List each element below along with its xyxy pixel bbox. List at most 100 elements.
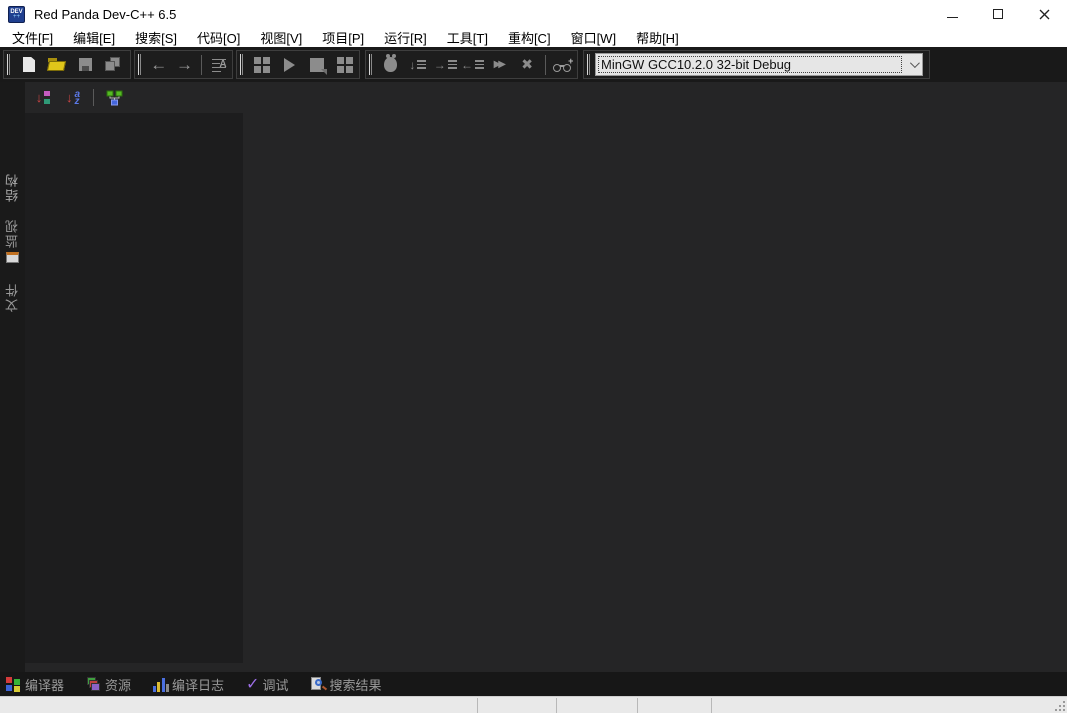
step-into-button[interactable]: →: [432, 52, 459, 77]
menu-window[interactable]: 窗口[W]: [561, 27, 627, 48]
status-separator: [556, 698, 557, 713]
menu-view[interactable]: 视图[V]: [250, 27, 312, 48]
bottom-tab-bar: 编译器 资源 编译日志 ✓ 调试 搜索结果: [0, 672, 1067, 696]
file-toolbar-group: [3, 50, 131, 79]
toolbar-grip[interactable]: [7, 54, 10, 75]
compiler-set-toolbar-group: MinGW GCC10.2.0 32-bit Debug: [583, 50, 930, 79]
resize-grip-icon[interactable]: [1054, 700, 1066, 712]
toolbar-grip[interactable]: [240, 54, 243, 75]
step-out-icon: ←: [461, 59, 484, 71]
class-hierarchy-icon: [106, 90, 122, 105]
toolbar-grip[interactable]: [587, 54, 590, 75]
title-bar[interactable]: DEV ++ Red Panda Dev-C++ 6.5: [0, 0, 1067, 28]
sidebar-tab-structure[interactable]: 结构: [0, 166, 25, 208]
step-over-button[interactable]: ↓: [404, 52, 431, 77]
structure-panel: [25, 113, 243, 663]
compiler-tab-icon: [6, 676, 22, 692]
app-window: DEV ++ Red Panda Dev-C++ 6.5 文件[F] 编辑[E]…: [0, 0, 1067, 713]
add-watch-button[interactable]: +: [550, 52, 577, 77]
forward-arrow-icon: →: [176, 55, 193, 74]
compiler-set-select[interactable]: MinGW GCC10.2.0 32-bit Debug: [595, 53, 923, 76]
forward-button[interactable]: →: [172, 52, 198, 77]
rebuild-icon: [310, 57, 328, 75]
add-watch-icon: +: [553, 56, 573, 72]
maximize-icon: [993, 9, 1003, 19]
menu-file[interactable]: 文件[F]: [2, 27, 63, 48]
tab-search-results[interactable]: 搜索结果: [310, 675, 381, 694]
new-file-icon: [23, 57, 35, 72]
main-toolbar: ← → A ↓ → ← ▶▶ ✖ + MinGW GCC10.2.0 32-bi…: [0, 47, 1067, 82]
toolbar-grip[interactable]: [369, 54, 372, 75]
menu-run[interactable]: 运行[R]: [374, 27, 437, 48]
compile-log-tab-icon: [153, 677, 170, 692]
rebuild-button[interactable]: [303, 52, 331, 77]
compile-icon: [253, 56, 270, 73]
left-tab-strip: 结构 监视 文件: [0, 82, 25, 672]
stop-execution-button[interactable]: ✖: [513, 52, 540, 77]
class-hierarchy-button[interactable]: [102, 86, 126, 110]
debug-button[interactable]: [377, 52, 404, 77]
minimize-button[interactable]: [929, 0, 975, 28]
build-toolbar-group: [236, 50, 360, 79]
toolbar-grip[interactable]: [138, 54, 141, 75]
debug-bug-icon: [384, 54, 398, 72]
menu-search[interactable]: 搜索[S]: [125, 27, 187, 48]
continue-button[interactable]: ▶▶: [486, 52, 513, 77]
save-all-button[interactable]: [99, 52, 127, 77]
save-button[interactable]: [71, 52, 99, 77]
resources-tab-icon: [86, 676, 102, 692]
step-out-button[interactable]: ←: [459, 52, 486, 77]
debug-toolbar-group: ↓ → ← ▶▶ ✖ +: [365, 50, 578, 79]
sort-alphabetically-button[interactable]: ↓ az: [61, 86, 85, 110]
content-area: 结构 监视 文件 ↓ ↓ az: [0, 82, 1067, 672]
toolbar-separator: [201, 54, 203, 75]
status-separator: [637, 698, 638, 713]
combo-dropdown-button[interactable]: [904, 54, 922, 75]
reformat-code-button[interactable]: A: [206, 52, 232, 77]
watch-window-icon: [6, 251, 19, 263]
sort-by-type-icon: ↓: [36, 91, 51, 104]
new-file-button[interactable]: [15, 52, 43, 77]
open-folder-icon: [46, 58, 67, 71]
status-separator: [477, 698, 478, 713]
compile-button[interactable]: [248, 52, 276, 77]
continue-icon: ▶▶: [493, 59, 506, 70]
save-icon: [78, 58, 92, 71]
menu-project[interactable]: 项目[P]: [312, 27, 374, 48]
sidebar-tab-files[interactable]: 文件: [0, 276, 25, 318]
compile-run-icon: [337, 56, 354, 73]
run-button[interactable]: [276, 52, 304, 77]
sort-alpha-icon: ↓ az: [65, 88, 81, 107]
debug-tab-icon: ✓: [246, 675, 260, 693]
open-file-button[interactable]: [43, 52, 71, 77]
window-title: Red Panda Dev-C++ 6.5: [34, 6, 177, 22]
menu-tools[interactable]: 工具[T]: [437, 27, 498, 48]
structure-panel-header: ↓ ↓ az: [25, 82, 243, 113]
reformat-code-icon: A: [211, 57, 227, 72]
step-over-icon: ↓: [409, 59, 427, 71]
header-separator: [93, 89, 94, 106]
tab-compiler[interactable]: 编译器: [6, 675, 64, 694]
run-icon: [284, 57, 296, 72]
menu-help[interactable]: 帮助[H]: [626, 27, 689, 48]
back-button[interactable]: ←: [146, 52, 172, 77]
stop-icon: ✖: [521, 56, 533, 72]
close-button[interactable]: [1021, 0, 1067, 28]
tab-resources[interactable]: 资源: [86, 675, 131, 694]
app-icon: DEV ++: [8, 5, 25, 23]
menu-edit[interactable]: 编辑[E]: [63, 27, 125, 48]
tab-compile-log[interactable]: 编译日志: [153, 675, 224, 694]
sort-by-type-button[interactable]: ↓: [31, 86, 55, 110]
nav-toolbar-group: ← → A: [134, 50, 233, 79]
status-separator: [711, 698, 712, 713]
tab-debug[interactable]: ✓ 调试: [246, 675, 288, 694]
menu-refactor[interactable]: 重构[C]: [498, 27, 561, 48]
compile-run-button[interactable]: [331, 52, 359, 77]
menu-code[interactable]: 代码[O]: [187, 27, 250, 48]
chevron-down-icon: [909, 58, 920, 69]
maximize-button[interactable]: [975, 0, 1021, 28]
menu-bar: 文件[F] 编辑[E] 搜索[S] 代码[O] 视图[V] 项目[P] 运行[R…: [0, 28, 1067, 47]
sidebar-tab-watch[interactable]: 监视: [0, 212, 25, 268]
toolbar-separator: [544, 54, 546, 75]
compiler-set-value: MinGW GCC10.2.0 32-bit Debug: [601, 57, 792, 72]
